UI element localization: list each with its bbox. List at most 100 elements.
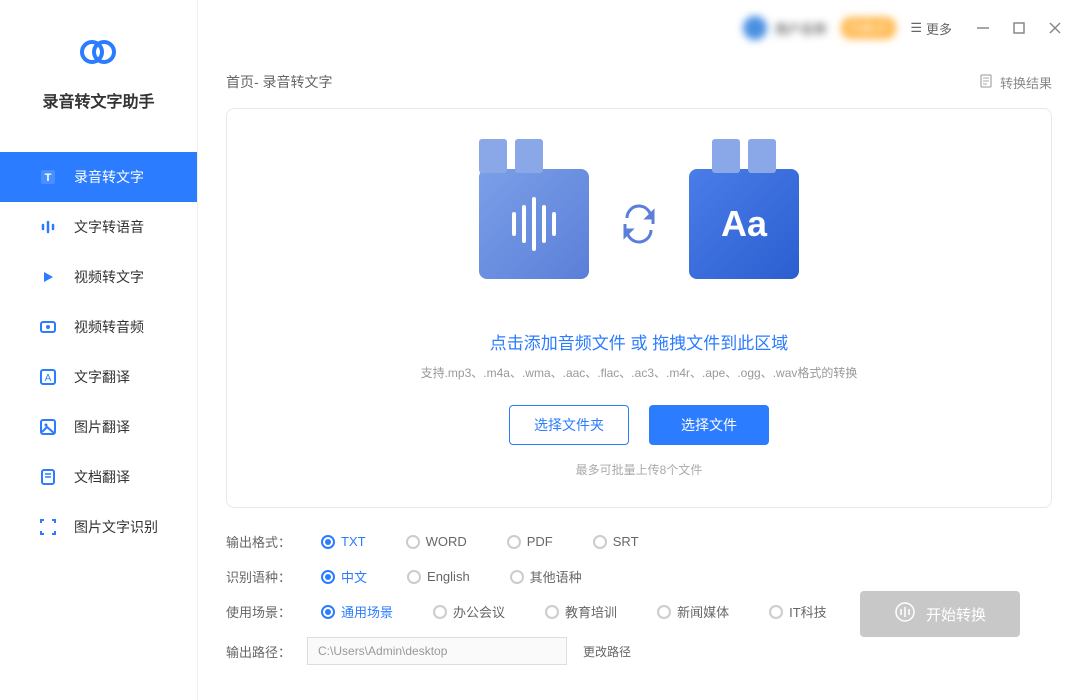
audio-box-icon <box>479 169 589 279</box>
titlebar: 用户名称 开通VIP ☰ 更多 <box>198 0 1080 56</box>
app-logo-icon <box>74 28 122 76</box>
path-row: 输出路径： 更改路径 <box>226 637 1052 665</box>
user-name: 用户名称 <box>775 19 827 38</box>
logo-area: 录音转文字助手 <box>42 28 154 112</box>
radio-circle-icon <box>769 605 783 619</box>
text-box-icon: Aa <box>689 169 799 279</box>
maximize-button[interactable] <box>1012 21 1026 35</box>
more-button[interactable]: ☰ 更多 <box>910 19 952 38</box>
radio-SRT[interactable]: SRT <box>593 534 639 549</box>
video-text-icon <box>36 265 60 289</box>
minimize-button[interactable] <box>976 21 990 35</box>
radio-circle-icon <box>406 535 420 549</box>
radio-TXT[interactable]: TXT <box>321 534 366 549</box>
language-radio-group: 中文 English 其他语种 <box>321 567 582 586</box>
sidebar-item-1[interactable]: 文字转语音 <box>0 202 197 252</box>
radio-label: SRT <box>613 534 639 549</box>
nav-item-label: 录音转文字 <box>74 167 144 187</box>
window-controls <box>976 21 1062 35</box>
convert-icon <box>894 601 916 627</box>
video-audio-icon <box>36 315 60 339</box>
button-row: 选择文件夹 选择文件 <box>509 405 769 445</box>
main-area: 用户名称 开通VIP ☰ 更多 首页- 录音转文字 转换结果 <box>198 0 1080 700</box>
format-radio-group: TXT WORD PDF SRT <box>321 534 639 549</box>
doc-translate-icon <box>36 465 60 489</box>
radio-circle-icon <box>321 605 335 619</box>
select-file-button[interactable]: 选择文件 <box>649 405 769 445</box>
close-button[interactable] <box>1048 21 1062 35</box>
radio-中文[interactable]: 中文 <box>321 567 367 586</box>
radio-教育培训[interactable]: 教育培训 <box>545 602 617 621</box>
change-path-link[interactable]: 更改路径 <box>583 643 631 660</box>
radio-circle-icon <box>593 535 607 549</box>
path-label: 输出路径： <box>226 642 291 661</box>
radio-circle-icon <box>407 570 421 584</box>
radio-label: 通用场景 <box>341 602 393 621</box>
sidebar-item-7[interactable]: 图片文字识别 <box>0 502 197 552</box>
radio-English[interactable]: English <box>407 567 470 586</box>
language-label: 识别语种： <box>226 567 291 586</box>
nav-item-label: 图片翻译 <box>74 417 130 437</box>
radio-circle-icon <box>321 535 335 549</box>
radio-label: 中文 <box>341 567 367 586</box>
sidebar-item-6[interactable]: 文档翻译 <box>0 452 197 502</box>
nav-item-label: 视频转文字 <box>74 267 144 287</box>
sidebar-item-3[interactable]: 视频转音频 <box>0 302 197 352</box>
format-row: 输出格式： TXTWORDPDFSRT <box>226 532 1052 551</box>
avatar-icon <box>743 16 767 40</box>
drop-formats: 支持.mp3、.m4a、.wma、.aac、.flac、.ac3、.m4r、.a… <box>421 364 858 381</box>
radio-circle-icon <box>545 605 559 619</box>
document-icon <box>978 73 994 92</box>
radio-IT科技[interactable]: IT科技 <box>769 602 827 621</box>
drop-title: 点击添加音频文件 或 拖拽文件到此区域 <box>490 329 788 354</box>
radio-PDF[interactable]: PDF <box>507 534 553 549</box>
radio-通用场景[interactable]: 通用场景 <box>321 602 393 621</box>
sidebar-item-0[interactable]: T 录音转文字 <box>0 152 197 202</box>
select-folder-button[interactable]: 选择文件夹 <box>509 405 629 445</box>
svg-text:A: A <box>45 373 52 384</box>
nav-item-label: 文档翻译 <box>74 467 130 487</box>
radio-label: 教育培训 <box>565 602 617 621</box>
user-area[interactable]: 用户名称 <box>743 16 827 40</box>
nav-item-label: 视频转音频 <box>74 317 144 337</box>
sidebar-item-4[interactable]: A 文字翻译 <box>0 352 197 402</box>
svg-text:T: T <box>45 172 52 184</box>
radio-label: WORD <box>426 534 467 549</box>
voice-icon <box>36 215 60 239</box>
radio-label: 办公会议 <box>453 602 505 621</box>
nav-item-label: 文字转语音 <box>74 217 144 237</box>
drop-panel[interactable]: Aa 点击添加音频文件 或 拖拽文件到此区域 支持.mp3、.m4a、.wma、… <box>226 108 1052 508</box>
result-link-label: 转换结果 <box>1000 73 1052 92</box>
illustration: Aa <box>479 139 799 309</box>
sidebar: 录音转文字助手 T 录音转文字文字转语音视频转文字视频转音频 A 文字翻译图片翻译文档… <box>0 0 198 700</box>
settings-area: 输出格式： TXTWORDPDFSRT 识别语种： 中文English其他语种 … <box>226 508 1052 665</box>
radio-label: English <box>427 569 470 584</box>
radio-label: 新闻媒体 <box>677 602 729 621</box>
radio-新闻媒体[interactable]: 新闻媒体 <box>657 602 729 621</box>
text-icon: T <box>36 165 60 189</box>
convert-arrow-icon <box>619 204 659 244</box>
vip-badge[interactable]: 开通VIP <box>841 17 897 39</box>
radio-其他语种[interactable]: 其他语种 <box>510 567 582 586</box>
radio-circle-icon <box>510 570 524 584</box>
radio-circle-icon <box>433 605 447 619</box>
breadcrumb-row: 首页- 录音转文字 转换结果 <box>226 56 1052 108</box>
hamburger-icon: ☰ <box>910 20 922 36</box>
result-link[interactable]: 转换结果 <box>978 73 1052 92</box>
output-path-input[interactable] <box>307 637 567 665</box>
drop-limit: 最多可批量上传8个文件 <box>576 461 703 478</box>
sidebar-item-2[interactable]: 视频转文字 <box>0 252 197 302</box>
radio-办公会议[interactable]: 办公会议 <box>433 602 505 621</box>
scene-label: 使用场景： <box>226 602 291 621</box>
radio-label: 其他语种 <box>530 567 582 586</box>
image-translate-icon <box>36 415 60 439</box>
nav-item-label: 图片文字识别 <box>74 517 158 537</box>
text-translate-icon: A <box>36 365 60 389</box>
sidebar-item-5[interactable]: 图片翻译 <box>0 402 197 452</box>
start-convert-button[interactable]: 开始转换 <box>860 591 1020 637</box>
nav-item-label: 文字翻译 <box>74 367 130 387</box>
content-area: 首页- 录音转文字 转换结果 Aa <box>198 56 1080 700</box>
radio-WORD[interactable]: WORD <box>406 534 467 549</box>
radio-label: PDF <box>527 534 553 549</box>
app-name: 录音转文字助手 <box>42 88 154 112</box>
